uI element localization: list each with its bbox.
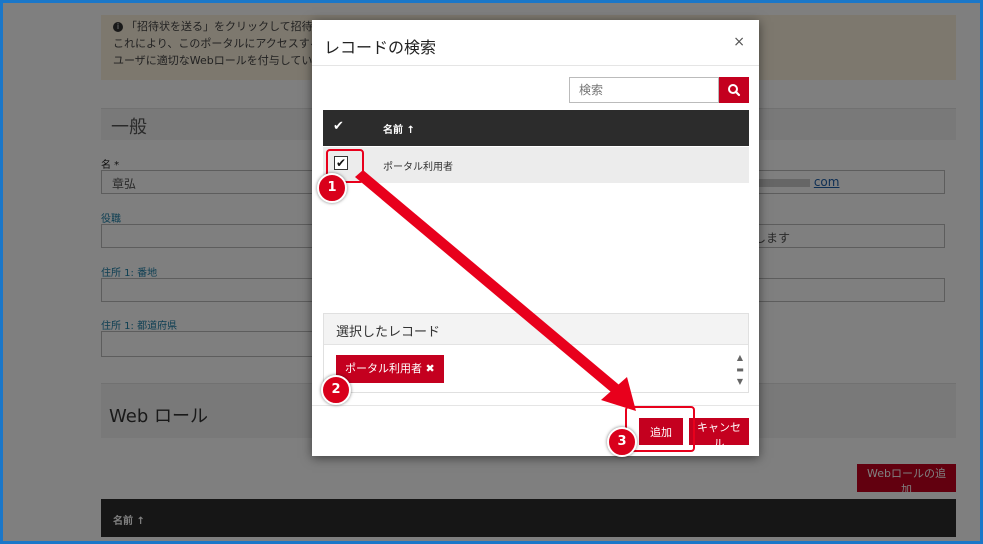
screenshot-frame: i「招待状を送る」をクリックして招待状を送 これにより、このポータルにアクセスす…	[0, 0, 983, 544]
callout-number-3: 3	[607, 427, 637, 457]
callout-number-2: 2	[321, 375, 351, 405]
callout-number-1: 1	[317, 173, 347, 203]
annotation-arrow	[355, 170, 636, 411]
